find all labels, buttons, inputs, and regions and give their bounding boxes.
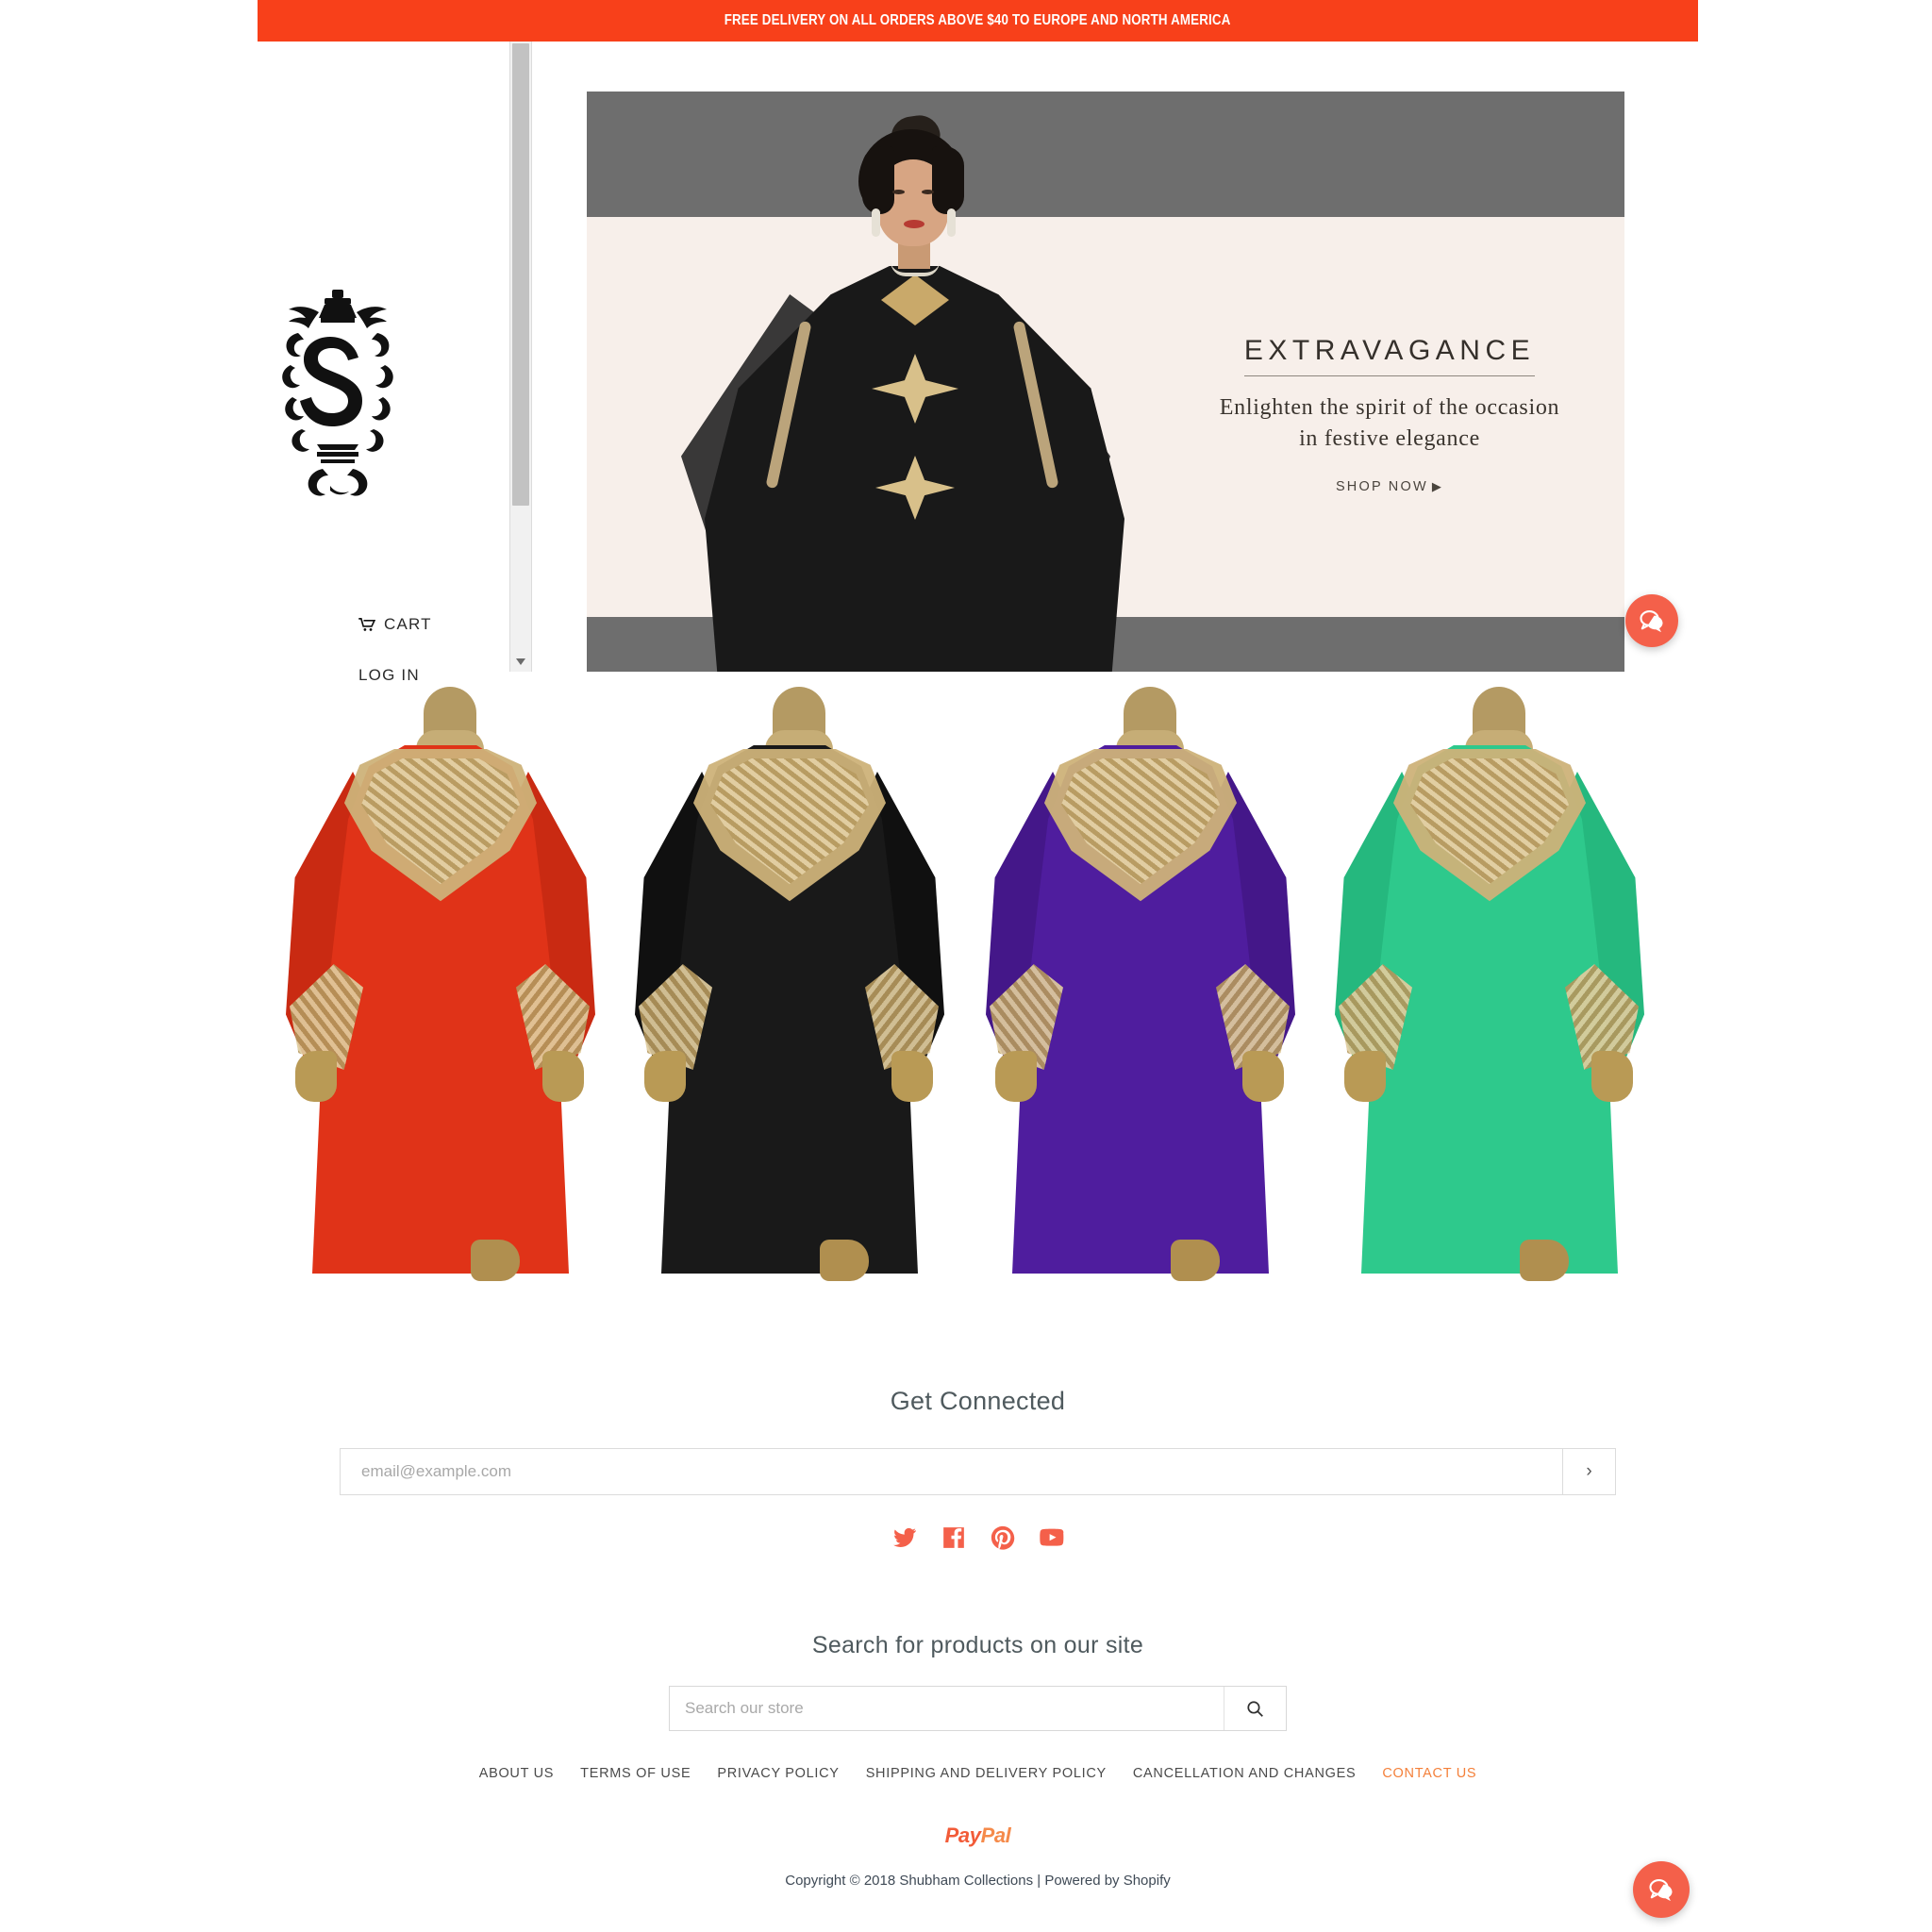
site-header-column: CART LOG IN xyxy=(258,42,515,684)
search-title: Search for products on our site xyxy=(811,1632,1144,1658)
right-gutter xyxy=(1698,0,1932,1932)
hero-subtitle-line-1: Enlighten the spirit of the occasion xyxy=(1219,395,1560,420)
hero-subtitle-line-2: in festive elegance xyxy=(1299,426,1480,452)
site-logo[interactable] xyxy=(276,282,399,504)
newsletter-section: Get Connected › xyxy=(258,1387,1698,1552)
footer-link-about-us[interactable]: ABOUT US xyxy=(479,1766,554,1781)
pinterest-icon[interactable] xyxy=(989,1524,1017,1552)
search-form xyxy=(669,1686,1287,1731)
hero-model-image xyxy=(615,112,1181,672)
paypal-pal-text: Pal xyxy=(980,1824,1011,1847)
chat-widget-button-bottom[interactable] xyxy=(1633,1861,1690,1918)
chevron-down-icon xyxy=(516,658,525,665)
product-card[interactable]: Black embroidered kaftan gown xyxy=(635,681,946,1285)
twitter-icon[interactable] xyxy=(891,1524,919,1552)
paypal-pay-text: Pay xyxy=(944,1824,981,1847)
shopping-cart-icon xyxy=(358,618,375,631)
search-input[interactable] xyxy=(670,1687,1224,1730)
announcement-text: FREE DELIVERY ON ALL ORDERS ABOVE $40 TO… xyxy=(724,12,1231,28)
footer-link-cancellation-and-changes[interactable]: CANCELLATION AND CHANGES xyxy=(1133,1766,1357,1781)
hero-copy: EXTRAVAGANCE Enlighten the spirit of the… xyxy=(1187,335,1592,495)
hero-title: EXTRAVAGANCE xyxy=(1243,335,1536,376)
footer-link-shipping-and-delivery-policy[interactable]: SHIPPING AND DELIVERY POLICY xyxy=(866,1766,1107,1781)
product-card[interactable]: Red embroidered kaftan gown xyxy=(286,681,597,1285)
hero-shop-now-button[interactable]: SHOP NOW ▶ xyxy=(1336,479,1443,494)
scrollbar-thumb[interactable] xyxy=(512,43,529,506)
product-grid: Red embroidered kaftan gown Black embroi… xyxy=(258,681,1698,1285)
play-triangle-icon: ▶ xyxy=(1431,479,1444,494)
left-gutter xyxy=(0,0,258,1932)
scrollbar-down-button[interactable] xyxy=(510,651,531,672)
facebook-icon[interactable] xyxy=(940,1524,968,1552)
chat-bubbles-icon xyxy=(1639,610,1662,632)
product-card[interactable]: Purple embroidered kaftan gown xyxy=(986,681,1297,1285)
youtube-icon[interactable] xyxy=(1038,1524,1066,1552)
newsletter-title: Get Connected xyxy=(890,1387,1066,1415)
paypal-logo: PayPal xyxy=(258,1824,1698,1848)
newsletter-form: › xyxy=(340,1448,1616,1495)
footer-link-terms-of-use[interactable]: TERMS OF USE xyxy=(580,1766,691,1781)
hero-slide[interactable]: EXTRAVAGANCE Enlighten the spirit of the… xyxy=(587,92,1624,672)
copyright-text: Copyright © 2018 Shubham Collections | P… xyxy=(785,1873,1171,1889)
search-submit-button[interactable] xyxy=(1224,1687,1286,1730)
hero-slideshow[interactable]: EXTRAVAGANCE Enlighten the spirit of the… xyxy=(532,42,1698,672)
search-icon xyxy=(1247,1700,1263,1717)
chat-widget-button-top[interactable] xyxy=(1625,594,1678,647)
cart-link[interactable]: CART xyxy=(358,615,432,634)
storefront-page: FREE DELIVERY ON ALL ORDERS ABOVE $40 TO… xyxy=(0,0,1932,1932)
chat-bubbles-icon xyxy=(1648,1879,1672,1901)
hero-cta-label: SHOP NOW xyxy=(1335,479,1428,495)
cart-label: CART xyxy=(384,615,432,633)
vertical-scrollbar[interactable] xyxy=(509,42,532,672)
footer-navigation: ABOUT US TERMS OF USE PRIVACY POLICY SHI… xyxy=(258,1766,1698,1781)
footer-link-contact-us[interactable]: CONTACT US xyxy=(1382,1766,1476,1781)
footer-link-privacy-policy[interactable]: PRIVACY POLICY xyxy=(717,1766,839,1781)
search-section: Search for products on our site xyxy=(258,1632,1698,1731)
announcement-bar: FREE DELIVERY ON ALL ORDERS ABOVE $40 TO… xyxy=(258,0,1698,42)
product-card[interactable]: Green embroidered kaftan gown xyxy=(1335,681,1646,1285)
social-links xyxy=(258,1524,1698,1552)
newsletter-submit-button[interactable]: › xyxy=(1562,1449,1615,1494)
newsletter-email-input[interactable] xyxy=(341,1449,1562,1494)
